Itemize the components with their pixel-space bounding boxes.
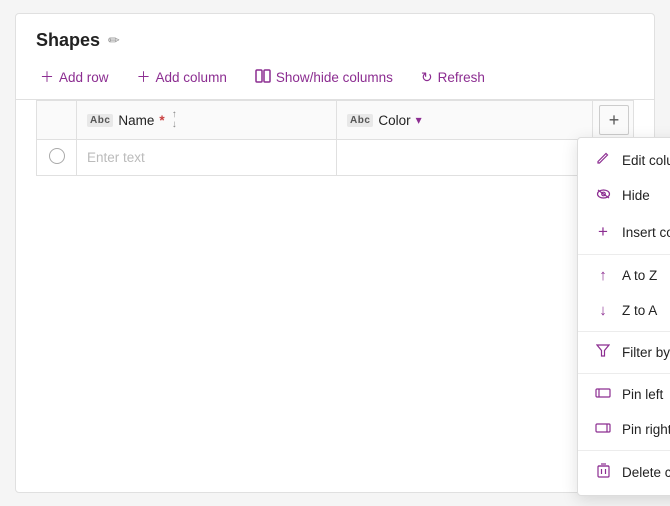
dropdown-item-delete-column[interactable]: Delete column <box>578 454 670 491</box>
dropdown-item-pin-right[interactable]: Pin right <box>578 412 670 447</box>
refresh-button[interactable]: ↻ Refresh <box>417 67 489 88</box>
pin-right-icon <box>594 421 612 438</box>
abc-badge-color: Abc <box>347 114 373 127</box>
name-cell[interactable]: Enter text <box>77 140 337 176</box>
sort-desc-icon[interactable]: ↓ <box>172 120 177 130</box>
row-radio[interactable] <box>49 148 65 164</box>
pin-left-icon <box>594 386 612 403</box>
column-dropdown-menu: Edit column Hide + Insert column <box>577 137 670 496</box>
dropdown-divider-2 <box>578 331 670 332</box>
dropdown-divider-1 <box>578 254 670 255</box>
table-area: Abc Name * ↑ ↓ Abc Color <box>16 100 654 176</box>
show-hide-button[interactable]: Show/hide columns <box>251 67 397 88</box>
color-column-header: Abc Color ▾ Edit column <box>337 101 593 140</box>
refresh-icon: ↻ <box>421 69 433 86</box>
row-selector-header <box>37 101 77 140</box>
edit-title-icon[interactable]: ✏ <box>108 32 120 49</box>
dropdown-item-edit-column[interactable]: Edit column <box>578 142 670 178</box>
dropdown-item-a-to-z[interactable]: ↑ A to Z <box>578 258 670 293</box>
name-column-header: Abc Name * ↑ ↓ <box>77 101 337 140</box>
required-marker: * <box>159 113 164 128</box>
dropdown-item-pin-left[interactable]: Pin left <box>578 377 670 412</box>
page-title: Shapes <box>36 30 100 51</box>
abc-badge-name: Abc <box>87 114 113 127</box>
color-cell[interactable] <box>337 140 593 176</box>
hide-icon <box>594 187 612 204</box>
plus-icon-2: ＋ <box>137 67 151 87</box>
dropdown-item-filter-by[interactable]: Filter by <box>578 335 670 370</box>
dropdown-item-z-to-a[interactable]: ↓ Z to A <box>578 293 670 328</box>
edit-column-icon <box>594 151 612 169</box>
dropdown-divider-3 <box>578 373 670 374</box>
dropdown-item-hide[interactable]: Hide <box>578 178 670 213</box>
plus-icon: ＋ <box>40 67 54 87</box>
add-column-button[interactable]: ＋ Add column <box>133 65 231 89</box>
page-header: Shapes ✏ <box>16 14 654 59</box>
add-column-button-inline[interactable]: + <box>599 105 629 135</box>
filter-icon <box>594 344 612 361</box>
color-column-chevron[interactable]: ▾ <box>416 113 422 127</box>
toolbar: ＋ Add row ＋ Add column Show/hide columns… <box>16 59 654 100</box>
add-column-header: + <box>593 101 634 140</box>
table-row: Enter text <box>37 140 634 176</box>
add-row-button[interactable]: ＋ Add row <box>36 65 113 89</box>
z-to-a-icon: ↓ <box>594 302 612 319</box>
main-container: Shapes ✏ ＋ Add row ＋ Add column Show/hid… <box>15 13 655 493</box>
columns-icon <box>255 69 271 86</box>
insert-column-icon: + <box>594 222 612 242</box>
dropdown-divider-4 <box>578 450 670 451</box>
data-table: Abc Name * ↑ ↓ Abc Color <box>36 100 634 176</box>
row-selector-cell[interactable] <box>37 140 77 176</box>
a-to-z-icon: ↑ <box>594 267 612 284</box>
delete-column-icon <box>594 463 612 482</box>
sort-icons: ↑ ↓ <box>172 110 177 130</box>
name-input-placeholder[interactable]: Enter text <box>87 150 145 165</box>
dropdown-item-insert-column[interactable]: + Insert column <box>578 213 670 251</box>
